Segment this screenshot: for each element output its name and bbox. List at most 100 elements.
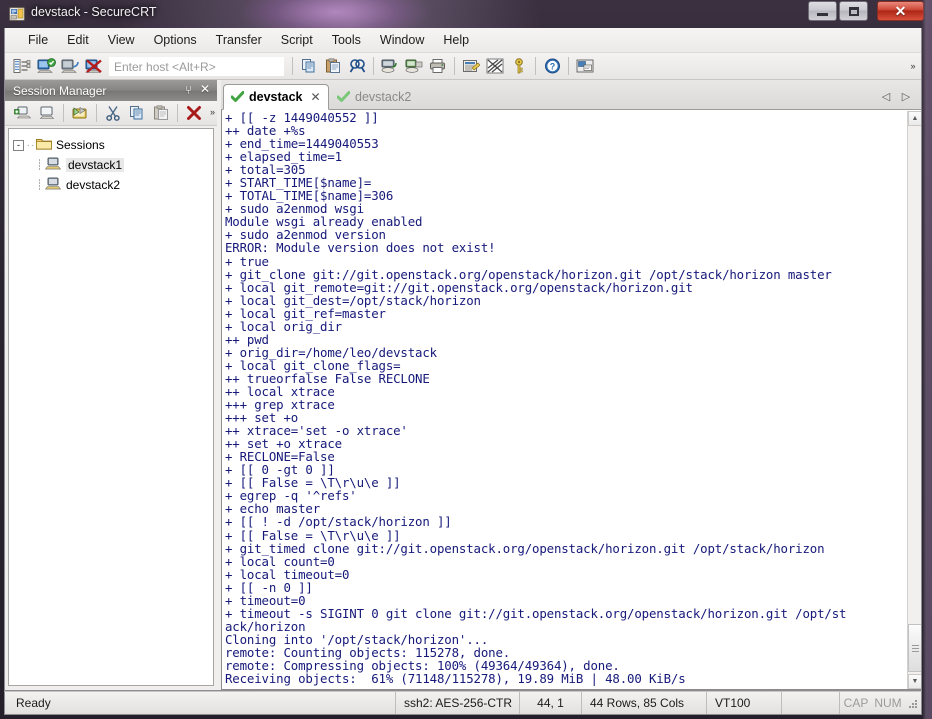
status-cursor-position: 44, 1 (520, 692, 582, 714)
host-input[interactable]: Enter host <Alt+R> (109, 56, 284, 76)
window-title: devstack - SecureCRT (31, 5, 157, 19)
session-manager-panel: Session Manager ⑂ ✕ » - ·· Sessions ┊ de… (5, 80, 217, 690)
tab-scroll-left-button[interactable]: ◁ (879, 88, 893, 104)
status-dimensions: 44 Rows, 85 Cols (582, 692, 707, 714)
import-export-icon[interactable] (69, 102, 91, 124)
help-icon[interactable]: ? (541, 55, 563, 77)
tab-close-icon[interactable]: ✕ (311, 90, 321, 104)
svg-text:?: ? (549, 61, 555, 71)
menu-tools[interactable]: Tools (323, 30, 370, 50)
main-toolbar: Enter host <Alt+R> ? » (5, 53, 921, 80)
connected-check-icon (337, 91, 350, 103)
menu-window[interactable]: Window (371, 30, 433, 50)
title-bar: devstack - SecureCRT ✕ (0, 0, 932, 42)
minimize-button[interactable] (808, 1, 837, 21)
tree-connector: ·· (26, 139, 36, 151)
log-session-icon[interactable] (379, 55, 401, 77)
tree-node-devstack2[interactable]: ┊ devstack2 (13, 175, 209, 195)
toolbar-separator (63, 104, 64, 122)
maximize-icon (848, 6, 859, 16)
close-icon[interactable]: ✕ (200, 82, 210, 96)
copy-icon[interactable] (298, 55, 320, 77)
connect-in-tab-icon[interactable] (59, 55, 81, 77)
close-button[interactable]: ✕ (877, 1, 924, 21)
print-screen-icon[interactable] (403, 55, 425, 77)
terminal-area: devstack ✕ devstack2 ◁ ▷ + [[ -z 1449040… (221, 80, 921, 690)
titlebar-glass-highlight (120, 0, 540, 28)
menu-help[interactable]: Help (434, 30, 478, 50)
tree-label: devstack2 (66, 178, 121, 192)
arrange-windows-icon[interactable] (574, 55, 596, 77)
menu-view[interactable]: View (99, 30, 144, 50)
status-num-indicator: NUM (874, 696, 902, 710)
cut-icon[interactable] (102, 102, 124, 124)
status-emulation: VT100 (707, 692, 782, 714)
paste-icon[interactable] (150, 102, 172, 124)
tree-connector: ┊ (36, 159, 44, 171)
menu-script[interactable]: Script (272, 30, 322, 50)
collapse-icon[interactable]: - (13, 139, 24, 151)
folder-icon (36, 137, 52, 153)
menu-options[interactable]: Options (145, 30, 206, 50)
resize-grip-icon[interactable] (904, 698, 921, 709)
menu-transfer[interactable]: Transfer (207, 30, 271, 50)
disconnect-icon[interactable] (83, 55, 105, 77)
print-icon[interactable] (427, 55, 449, 77)
maximize-button[interactable] (839, 1, 868, 21)
tab-label: devstack (249, 90, 303, 104)
toolbar-separator (177, 104, 178, 122)
application-window: devstack - SecureCRT ✕ File Edit View Op… (0, 0, 932, 719)
session-options-icon[interactable] (460, 55, 482, 77)
global-options-icon[interactable] (484, 55, 506, 77)
status-spacer (782, 692, 840, 714)
connect-icon[interactable] (35, 55, 57, 77)
tree-connector: ┊ (36, 179, 44, 191)
toolbar-overflow-button[interactable]: » (908, 55, 918, 77)
delete-icon[interactable] (183, 102, 205, 124)
connected-check-icon (231, 91, 244, 103)
terminal-screen[interactable]: + [[ -z 1449040552 ]] ++ date +%s + end_… (221, 110, 921, 690)
tab-devstack2[interactable]: devstack2 (330, 84, 418, 110)
terminal-scrollbar[interactable]: ▲ ▼ (907, 111, 921, 689)
scroll-down-arrow-icon[interactable]: ▼ (908, 674, 921, 689)
key-icon[interactable] (508, 55, 530, 77)
toolbar-separator (96, 104, 97, 122)
session-manager-title: Session Manager (13, 83, 107, 98)
tab-devstack[interactable]: devstack ✕ (223, 84, 329, 110)
tab-label: devstack2 (355, 90, 412, 104)
menu-bar: File Edit View Options Transfer Script T… (5, 28, 921, 53)
copy-icon[interactable] (126, 102, 148, 124)
status-cipher: ssh2: AES-256-CTR (395, 692, 520, 714)
close-icon: ✕ (894, 3, 907, 19)
pin-icon[interactable]: ⑂ (185, 83, 192, 97)
menu-edit[interactable]: Edit (58, 30, 98, 50)
tree-node-sessions[interactable]: - ·· Sessions (13, 135, 209, 155)
toolbar-separator (292, 57, 293, 75)
session-manager-toolbar: » (5, 101, 217, 126)
scroll-up-arrow-icon[interactable]: ▲ (908, 111, 921, 126)
terminal-output: + [[ -z 1449040552 ]] ++ date +%s + end_… (225, 110, 847, 687)
toolbar-separator (568, 57, 569, 75)
new-folder-icon[interactable] (36, 102, 58, 124)
session-toolbar-overflow-button[interactable]: » (210, 107, 215, 117)
find-icon[interactable] (346, 55, 368, 77)
tab-scroll-right-button[interactable]: ▷ (899, 88, 913, 104)
tree-node-devstack1[interactable]: ┊ devstack1 (13, 155, 209, 175)
tab-bar: devstack ✕ devstack2 ◁ ▷ (221, 80, 921, 110)
scrollbar-thumb[interactable] (908, 624, 921, 672)
new-session-icon[interactable] (12, 102, 34, 124)
session-tree[interactable]: - ·· Sessions ┊ devstack1 ┊ devstack2 (8, 128, 214, 686)
minimize-icon (817, 12, 828, 16)
client-area: File Edit View Options Transfer Script T… (4, 28, 922, 691)
paste-icon[interactable] (322, 55, 344, 77)
toolbar-separator (535, 57, 536, 75)
menu-file[interactable]: File (19, 30, 57, 50)
session-manager-title-bar: Session Manager ⑂ ✕ (5, 80, 217, 101)
status-caps-indicator: CAP (843, 696, 869, 710)
tree-label: devstack1 (66, 158, 125, 172)
status-text: Ready (16, 696, 51, 710)
session-icon (44, 157, 62, 174)
window-edge-glass (922, 0, 932, 719)
session-manager-icon[interactable] (11, 55, 33, 77)
securecrt-app-icon (9, 6, 25, 22)
